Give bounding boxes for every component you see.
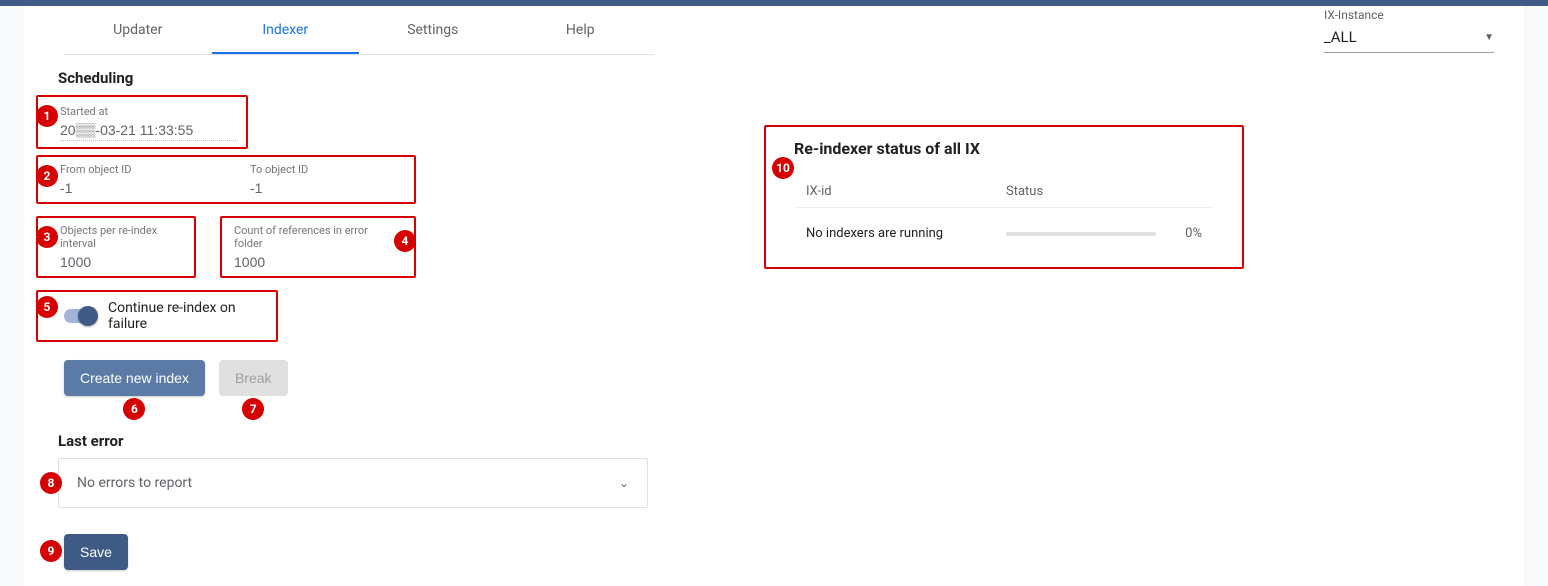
annotation-badge-1: 1 (36, 105, 58, 127)
refcount-input[interactable] (234, 252, 388, 272)
last-error-title: Last error (58, 432, 736, 450)
status-table: IX-id Status No indexers are running 0% (794, 176, 1214, 259)
last-error-panel[interactable]: No errors to report ⌄ (58, 458, 648, 508)
continue-on-failure-toggle[interactable] (64, 309, 96, 323)
refcount-box: 4 Count of references in error folder (220, 216, 416, 278)
interval-input[interactable] (60, 252, 186, 272)
started-at-box: 1 Started at (36, 95, 248, 149)
started-at-label: Started at (60, 105, 238, 118)
annotation-badge-9: 9 (40, 540, 62, 562)
save-button[interactable]: Save (64, 534, 128, 570)
annotation-badge-8: 8 (40, 472, 62, 494)
from-object-id-label: From object ID (60, 163, 210, 176)
to-object-id-input[interactable] (250, 178, 400, 198)
annotation-badge-6: 6 (123, 398, 145, 420)
annotation-badge-10: 10 (772, 157, 794, 179)
scheduling-title: Scheduling (58, 69, 736, 87)
status-percent: 0% (1172, 226, 1202, 241)
status-col-ixid: IX-id (806, 184, 1006, 199)
create-new-index-button[interactable]: Create new index (64, 360, 205, 396)
tab-updater[interactable]: Updater (64, 6, 212, 54)
tab-help[interactable]: Help (507, 6, 655, 54)
status-progressbar (1006, 232, 1156, 236)
annotation-badge-3: 3 (36, 226, 58, 248)
from-object-id-input[interactable] (60, 178, 210, 198)
interval-label: Objects per re-index interval (60, 224, 186, 250)
instance-label: IX-Instance (1324, 8, 1494, 22)
status-title: Re-indexer status of all IX (794, 139, 1224, 158)
last-error-message: No errors to report (77, 475, 192, 491)
instance-value: _ALL (1324, 28, 1357, 46)
status-message: No indexers are running (806, 226, 1006, 241)
started-at-input[interactable] (60, 120, 238, 141)
annotation-badge-7: 7 (242, 398, 264, 420)
interval-box: 3 Objects per re-index interval (36, 216, 196, 278)
tab-indexer[interactable]: Indexer (212, 6, 360, 54)
chevron-down-icon: ⌄ (619, 476, 629, 490)
refcount-label: Count of references in error folder (234, 224, 388, 250)
continue-on-failure-label: Continue re-index on failure (108, 300, 268, 332)
status-panel-box: 10 Re-indexer status of all IX IX-id Sta… (764, 125, 1244, 269)
break-button: Break (219, 360, 288, 396)
to-object-id-label: To object ID (250, 163, 400, 176)
status-row: No indexers are running 0% (794, 207, 1214, 259)
object-id-box: 2 From object ID To object ID (36, 155, 416, 204)
tab-settings[interactable]: Settings (359, 6, 507, 54)
annotation-badge-5: 5 (36, 296, 58, 318)
continue-toggle-box: 5 Continue re-index on failure (36, 290, 278, 342)
tabs: Updater Indexer Settings Help (64, 6, 654, 55)
chevron-down-icon: ▼ (1484, 32, 1494, 43)
annotation-badge-2: 2 (36, 165, 58, 187)
instance-select[interactable]: IX-Instance _ALL ▼ (1324, 8, 1494, 53)
annotation-badge-4: 4 (394, 230, 416, 252)
status-col-status: Status (1006, 184, 1202, 199)
